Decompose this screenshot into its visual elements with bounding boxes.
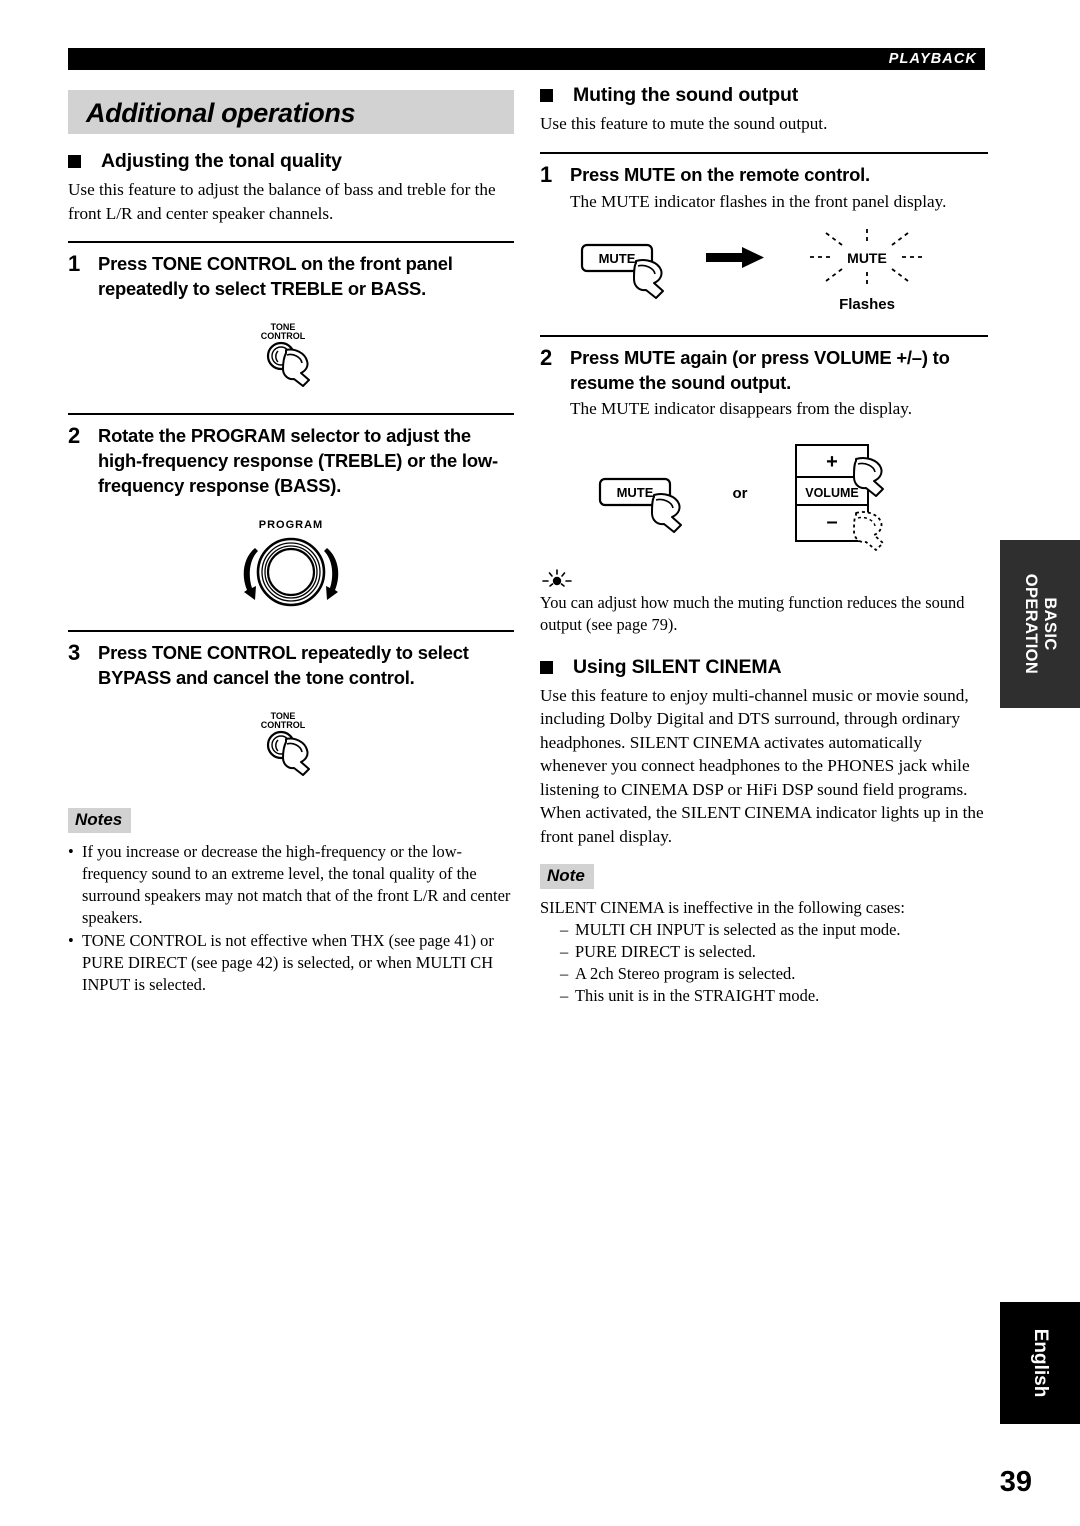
- note-dash-item-text: PURE DIRECT is selected.: [575, 942, 756, 961]
- note-item: • If you increase or decrease the high-f…: [68, 841, 514, 929]
- control-label: CONTROL: [261, 331, 306, 341]
- note-intro-text: SILENT CINEMA is ineffective in the foll…: [540, 898, 905, 917]
- page-number: 39: [999, 1466, 1032, 1498]
- step-detail-text: The MUTE indicator disappears from the d…: [570, 399, 913, 418]
- notes-block-left: Notes • If you increase or decrease the …: [68, 808, 514, 996]
- square-bullet-icon: [540, 660, 553, 674]
- chapter-title: Additional operations: [86, 98, 356, 128]
- step-3-bypass: 3 Press TONE CONTROL repeatedly to selec…: [68, 630, 514, 786]
- notes-badge: Notes: [68, 808, 132, 833]
- mute-indicator-label: MUTE: [847, 250, 887, 266]
- running-head-label: PLAYBACK: [888, 51, 977, 67]
- program-label: PROGRAM: [259, 519, 323, 531]
- illustration-tone-control-press-1: TONE CONTROL: [68, 317, 514, 397]
- volume-plus-label: +: [826, 451, 838, 473]
- step-detail-text: The MUTE indicator flashes in the front …: [570, 191, 947, 211]
- step-instruction: Press MUTE again (or press VOLUME +/–) t…: [570, 347, 950, 393]
- step-instruction: Rotate the PROGRAM selector to adjust th…: [98, 425, 498, 496]
- note-dash-item: – This unit is in the STRAIGHT mode.: [560, 985, 988, 1007]
- volume-minus-label: –: [826, 511, 837, 533]
- section-title: Adjusting the tonal quality: [101, 150, 342, 172]
- tip-text: You can adjust how much the muting funct…: [540, 592, 965, 634]
- step-divider: [540, 151, 988, 154]
- note-dash-item-text: This unit is in the STRAIGHT mode.: [575, 986, 820, 1005]
- note-dash-item: – A 2ch Stereo program is selected.: [560, 963, 988, 985]
- square-bullet-icon: [540, 89, 553, 102]
- tone-control-knob-icon: TONE CONTROL: [261, 711, 310, 776]
- mute-or-volume-diagram: MUTE or + VOLUME –: [598, 443, 884, 551]
- note-block-right: Note SILENT CINEMA is ineffective in the…: [540, 864, 988, 1007]
- mute-press-to-flash-diagram: MUTE MUTE Flashes: [580, 229, 924, 313]
- square-bullet-icon: [68, 155, 81, 168]
- note-dash-item-text: MULTI CH INPUT is selected as the input …: [575, 920, 901, 939]
- chapter-title-band: Additional operations: [68, 90, 514, 134]
- arrow-right-icon: [706, 247, 764, 268]
- step-2-program-selector: 2 Rotate the PROGRAM selector to adjust …: [68, 413, 514, 614]
- illustration-tone-control-press-2: TONE CONTROL: [68, 706, 514, 786]
- section-heading-using-silent-cinema: Using SILENT CINEMA: [540, 654, 988, 680]
- dash-icon: –: [560, 964, 569, 983]
- note-badge: Note: [540, 864, 594, 889]
- bullet-dot-icon: •: [68, 931, 74, 950]
- step-2-press-mute-again: 2 Press MUTE again (or press VOLUME +/–)…: [540, 335, 988, 553]
- silent-cinema-body-text: Use this feature to enjoy multi-channel …: [540, 685, 984, 846]
- dash-icon: –: [560, 920, 569, 939]
- thumb-tab-english-label: English: [1030, 1328, 1051, 1398]
- note-dash-item: – PURE DIRECT is selected.: [560, 941, 988, 963]
- note-item: • TONE CONTROL is not effective when THX…: [68, 930, 514, 996]
- step-instruction: Press MUTE on the remote control.: [570, 163, 870, 185]
- step-number: 1: [540, 161, 553, 187]
- flashes-caption: Flashes: [839, 296, 895, 313]
- note-item-text: TONE CONTROL is not effective when THX (…: [82, 931, 494, 994]
- tip-bulb-icon: [542, 568, 572, 587]
- dash-icon: –: [560, 942, 569, 961]
- step-instruction: Press TONE CONTROL repeatedly to select …: [98, 642, 469, 688]
- tip-block: You can adjust how much the muting funct…: [540, 568, 988, 636]
- note-dash-item: – MULTI CH INPUT is selected as the inpu…: [560, 919, 988, 941]
- section-intro-text: Use this feature to adjust the balance o…: [68, 180, 496, 223]
- tone-control-knob-icon: TONE CONTROL: [261, 322, 310, 387]
- dash-icon: –: [560, 986, 569, 1005]
- right-column: Muting the sound output Use this feature…: [540, 82, 988, 1007]
- step-divider: [68, 413, 514, 415]
- thumb-tab-line-2: OPERATION: [1022, 573, 1040, 675]
- step-divider: [540, 335, 988, 337]
- step-instruction: Press TONE CONTROL on the front panel re…: [98, 253, 453, 299]
- thumb-tab-line-1: BASIC: [1041, 597, 1059, 651]
- note-item-text: If you increase or decrease the high-fre…: [82, 842, 511, 927]
- step-divider: [68, 241, 514, 243]
- mute-button-label: MUTE: [617, 485, 654, 500]
- note-dash-list: – MULTI CH INPUT is selected as the inpu…: [540, 919, 988, 1007]
- section-heading-adjusting-tonal-quality: Adjusting the tonal quality: [68, 148, 514, 174]
- control-label: CONTROL: [261, 720, 306, 730]
- illustration-mute-or-volume: MUTE or + VOLUME –: [540, 435, 988, 553]
- running-head-bar: PLAYBACK: [68, 48, 985, 70]
- volume-label: VOLUME: [805, 486, 858, 500]
- step-number: 1: [68, 251, 81, 276]
- section-title: Using SILENT CINEMA: [573, 655, 782, 678]
- thumb-tab-english[interactable]: English: [1000, 1302, 1080, 1424]
- mute-button-label: MUTE: [599, 251, 636, 266]
- step-1-tone-control: 1 Press TONE CONTROL on the front panel …: [68, 241, 514, 397]
- bullet-dot-icon: •: [68, 842, 74, 861]
- thumb-tab-basic-operation-label: BASIC OPERATION: [1021, 574, 1059, 674]
- step-1-press-mute: 1 Press MUTE on the remote control. The …: [540, 151, 988, 320]
- note-dash-item-text: A 2ch Stereo program is selected.: [575, 964, 796, 983]
- illustration-program-dial: PROGRAM: [68, 514, 514, 614]
- or-connector-label: or: [733, 485, 748, 502]
- mute-indicator-flashing: MUTE Flashes: [810, 229, 924, 313]
- section-title: Muting the sound output: [573, 84, 799, 106]
- program-selector-dial-icon: PROGRAM: [243, 519, 339, 607]
- step-number: 2: [68, 423, 81, 448]
- illustration-mute-flashes: MUTE MUTE Flashes: [540, 227, 988, 319]
- step-divider: [68, 630, 514, 632]
- notes-list: • If you increase or decrease the high-f…: [68, 841, 514, 996]
- step-number: 3: [68, 640, 81, 665]
- step-number: 2: [540, 345, 553, 370]
- thumb-tab-basic-operation[interactable]: BASIC OPERATION: [1000, 540, 1080, 708]
- section-heading-muting-sound-output: Muting the sound output: [540, 82, 988, 108]
- section-intro-text: Use this feature to mute the sound outpu…: [540, 114, 828, 133]
- left-column: Additional operations Adjusting the tona…: [68, 90, 514, 997]
